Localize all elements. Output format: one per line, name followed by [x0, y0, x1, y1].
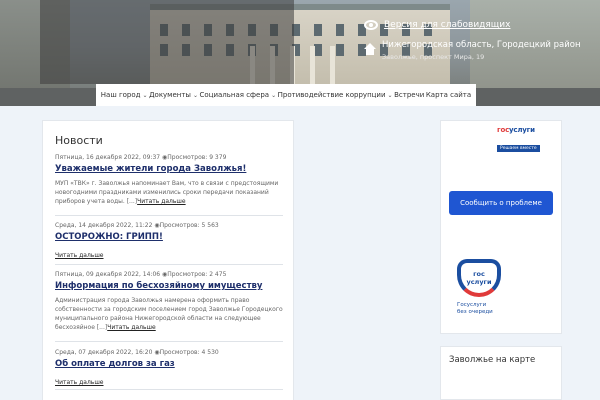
header-overlay: [40, 0, 294, 84]
news-excerpt: Администрация города Заволжья намерена о…: [55, 296, 283, 332]
eye-icon: [364, 20, 378, 30]
sidebar-map: Заволжье на карте: [440, 346, 562, 400]
header-banner: Версия для слабовидящих Нижегородская об…: [0, 0, 600, 106]
shield-text: услуги: [466, 278, 492, 286]
nav-item-label: Социальная сфера: [199, 91, 270, 99]
news-views: Просмотров: 5 563: [159, 222, 219, 229]
news-excerpt: МУП «ТВК» г. Заволжья напоминает Вам, чт…: [55, 179, 283, 206]
news-panel: Новости Пятница, 16 декабря 2022, 09:37 …: [42, 120, 294, 400]
news-headline[interactable]: Уважаемые жители города Заволжья!: [55, 164, 283, 174]
read-more-link[interactable]: Читать дальше: [107, 324, 156, 331]
nav-item-meetings[interactable]: Встречи: [394, 91, 424, 99]
nav-item-label: Встречи: [394, 91, 425, 99]
nav-item-anticorruption[interactable]: Противодействие коррупции ⌄: [278, 91, 393, 99]
news-item: Пятница, 09 декабря 2022, 14:06 ◉Просмот…: [55, 271, 283, 332]
news-item: Среда, 14 декабря 2022, 11:22 ◉Просмотро…: [55, 222, 283, 260]
chevron-down-icon: ⌄: [387, 91, 393, 99]
home-icon: [364, 43, 376, 55]
caption-line: Госуслуги: [457, 302, 487, 308]
news-headline[interactable]: Информация по бесхозяйному имуществу: [55, 281, 283, 291]
accessibility-label[interactable]: Версия для слабовидящих: [384, 20, 510, 30]
read-more-link[interactable]: Читать дальше: [55, 252, 104, 259]
nav-item-our-city[interactable]: Наш город ⌄: [101, 91, 148, 99]
news-meta: Пятница, 09 декабря 2022, 14:06 ◉Просмот…: [55, 271, 283, 278]
chevron-down-icon: ⌄: [142, 91, 148, 99]
gosuslugi-tagline: Решаем вместе: [497, 145, 540, 152]
news-item: Среда, 07 декабря 2022, 16:20 ◉Просмотро…: [55, 349, 283, 387]
news-date: Среда, 14 декабря 2022, 11:22: [55, 222, 153, 229]
nav-item-label: Документы: [149, 91, 191, 99]
chevron-down-icon: ⌄: [271, 91, 277, 99]
chevron-down-icon: ⌄: [192, 91, 198, 99]
news-meta: Среда, 07 декабря 2022, 16:20 ◉Просмотро…: [55, 349, 283, 356]
news-item: Пятница, 16 декабря 2022, 09:37 ◉Просмот…: [55, 154, 283, 206]
news-date: Пятница, 16 декабря 2022, 09:37: [55, 154, 161, 161]
nav-item-documents[interactable]: Документы ⌄: [149, 91, 198, 99]
map-title: Заволжье на карте: [449, 355, 536, 365]
nav-item-social[interactable]: Социальная сфера ⌄: [200, 91, 277, 99]
divider: [55, 264, 283, 265]
news-excerpt-text: Администрация города Заволжья намерена о…: [55, 297, 283, 331]
nav-item-label: Противодействие коррупции: [277, 91, 386, 99]
news-views: Просмотров: 2 475: [167, 271, 227, 278]
brand-part: гос: [497, 126, 510, 134]
sidebar-services: госуслуги Решаем вместе Сообщить о пробл…: [440, 120, 562, 334]
news-meta: Пятница, 16 декабря 2022, 09:37 ◉Просмот…: [55, 154, 283, 161]
divider: [55, 341, 283, 342]
column: [310, 46, 315, 88]
gosuslugi-caption: Госуслуги без очереди: [457, 302, 507, 316]
nav-item-label: Наш город: [100, 91, 141, 99]
brand-part: услуги: [509, 126, 535, 134]
report-problem-button[interactable]: Сообщить о проблеме: [449, 191, 553, 215]
divider: [55, 389, 283, 390]
news-excerpt: Читать дальше: [55, 378, 283, 387]
region-address: Заволжье, проспект Мира, 19: [382, 53, 485, 61]
news-date: Пятница, 09 декабря 2022, 14:06: [55, 271, 161, 278]
accessibility-link[interactable]: Версия для слабовидящих: [364, 20, 510, 30]
news-section-title: Новости: [55, 134, 103, 147]
read-more-link[interactable]: Читать дальше: [137, 198, 186, 205]
gosuslugi-shield-icon: гос услуги: [457, 259, 501, 297]
nav-item-sitemap[interactable]: Карта сайта: [426, 91, 471, 99]
news-date: Среда, 07 декабря 2022, 16:20: [55, 349, 153, 356]
news-meta: Среда, 14 декабря 2022, 11:22 ◉Просмотро…: [55, 222, 283, 229]
gosuslugi-brand: госуслуги: [497, 126, 555, 134]
main-navigation: Наш город ⌄ Документы ⌄ Социальная сфера ⌄ …: [96, 84, 476, 106]
news-excerpt: Читать дальше: [55, 251, 283, 260]
shield-text: гос: [473, 270, 485, 278]
nav-item-label: Карта сайта: [425, 91, 472, 99]
news-views: Просмотров: 4 530: [159, 349, 219, 356]
divider: [55, 215, 283, 216]
region-name: Нижегородская область, Городецкий район: [382, 40, 581, 50]
read-more-link[interactable]: Читать дальше: [55, 379, 104, 386]
news-headline[interactable]: Об оплате долгов за газ: [55, 359, 283, 369]
region-info: Нижегородская область, Городецкий район …: [364, 40, 581, 61]
column: [330, 46, 335, 88]
gosuslugi-banner[interactable]: госуслуги Решаем вместе: [497, 126, 555, 152]
news-headline[interactable]: ОСТОРОЖНО: ГРИПП!: [55, 232, 283, 242]
gosuslugi-logo-link[interactable]: гос услуги Госуслуги без очереди: [457, 259, 507, 316]
caption-line: без очереди: [457, 309, 493, 315]
news-views: Просмотров: 9 379: [167, 154, 227, 161]
